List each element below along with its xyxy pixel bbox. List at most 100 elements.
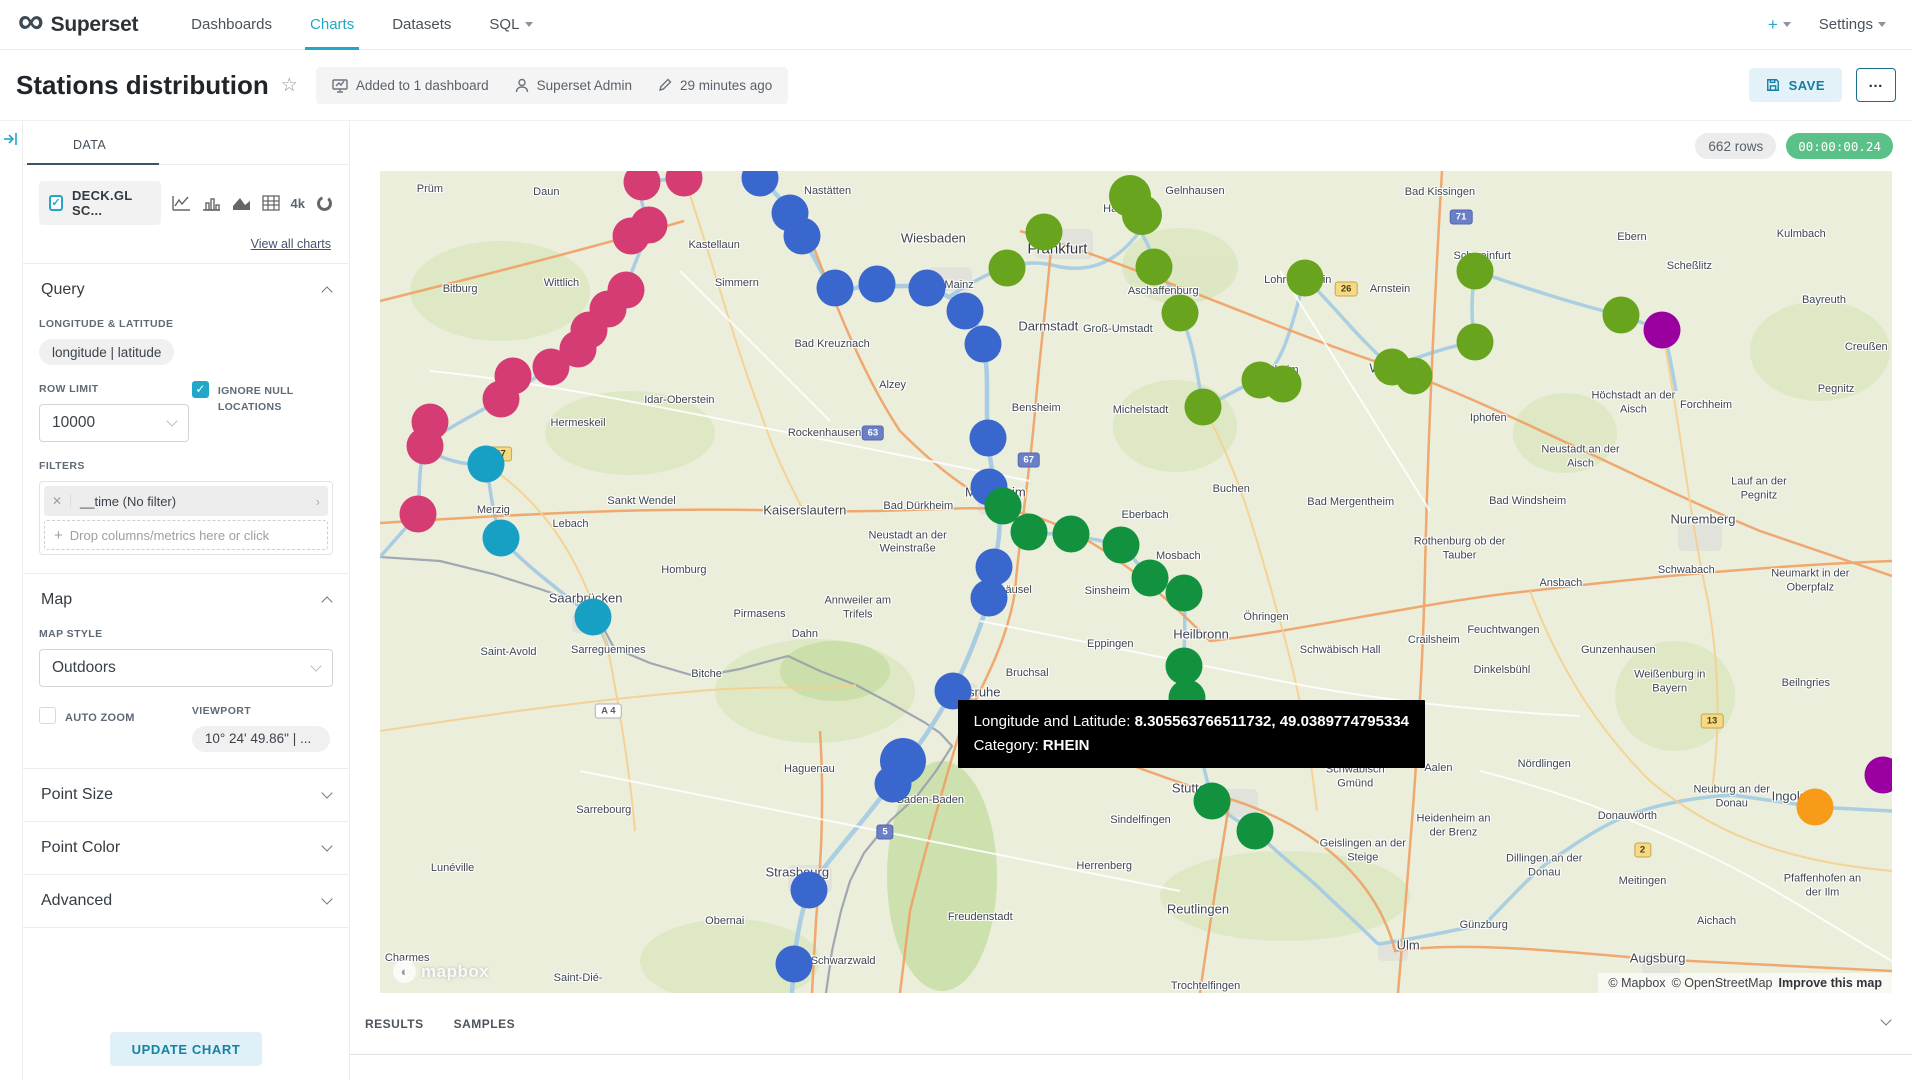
collapse-panel-icon[interactable] bbox=[3, 131, 19, 147]
section-point-color[interactable]: Point Color bbox=[39, 822, 333, 874]
lonlat-value-pill[interactable]: longitude | latitude bbox=[39, 339, 174, 365]
improve-map-link[interactable]: Improve this map bbox=[1779, 976, 1883, 990]
section-query[interactable]: Query bbox=[39, 264, 333, 316]
road-badge: 2 bbox=[1634, 842, 1651, 857]
map-city-label: Forchheim bbox=[1680, 399, 1732, 411]
results-tab-results[interactable]: RESULTS bbox=[365, 1017, 424, 1031]
area-chart-icon[interactable] bbox=[232, 195, 251, 211]
auto-zoom-checkbox[interactable]: AUTO ZOOM bbox=[39, 707, 192, 727]
collapse-results-chevron-icon[interactable] bbox=[1882, 1011, 1890, 1029]
map-point-pink[interactable] bbox=[612, 217, 649, 254]
map-point-olive[interactable] bbox=[1396, 357, 1433, 394]
map-point-olive[interactable] bbox=[1161, 295, 1198, 332]
nav-item-dashboards[interactable]: Dashboards bbox=[172, 0, 291, 50]
map-city-label: Ansbach bbox=[1539, 577, 1582, 589]
map-point-cyan[interactable] bbox=[575, 598, 612, 635]
tab-data[interactable]: DATA bbox=[73, 138, 106, 152]
map-point-orange[interactable] bbox=[1796, 789, 1833, 826]
map-point-green[interactable] bbox=[1237, 813, 1274, 850]
map-point-blue[interactable] bbox=[965, 325, 1002, 362]
donut-chart-icon[interactable] bbox=[316, 195, 333, 212]
mapbox-logo[interactable]: ◐ mapbox bbox=[393, 960, 489, 983]
meta-item[interactable]: 29 minutes ago bbox=[658, 78, 772, 93]
favorite-star-icon[interactable]: ☆ bbox=[281, 74, 298, 97]
row-limit-select[interactable]: 10000 bbox=[39, 404, 189, 442]
superset-logo[interactable]: ∞ Superset bbox=[18, 13, 138, 37]
map-point-pink[interactable] bbox=[407, 428, 444, 465]
settings-label: Settings bbox=[1819, 16, 1873, 33]
map-point-olive[interactable] bbox=[1122, 195, 1162, 235]
map-point-blue[interactable] bbox=[776, 946, 813, 983]
meta-item[interactable]: Added to 1 dashboard bbox=[332, 78, 489, 93]
map-point-blue[interactable] bbox=[859, 265, 896, 302]
section-map[interactable]: Map bbox=[39, 574, 333, 626]
map-canvas[interactable]: PrümDaunNastättenGelnhausenBad Kissingen… bbox=[380, 171, 1892, 993]
bar-chart-icon[interactable] bbox=[202, 195, 221, 211]
filter-drop-label: Drop columns/metrics here or click bbox=[70, 528, 269, 543]
map-point-olive[interactable] bbox=[1456, 253, 1493, 290]
map-point-olive[interactable] bbox=[1456, 323, 1493, 360]
map-point-olive[interactable] bbox=[1136, 249, 1173, 286]
view-all-charts-link[interactable]: View all charts bbox=[39, 237, 331, 251]
meta-item[interactable]: Superset Admin bbox=[515, 78, 632, 93]
map-point-blue[interactable] bbox=[791, 872, 828, 909]
map-city-label: Haguenau bbox=[784, 763, 835, 775]
map-point-blue[interactable] bbox=[969, 420, 1006, 457]
map-point-green[interactable] bbox=[1010, 513, 1047, 550]
map-point-blue[interactable] bbox=[947, 292, 984, 329]
map-point-pink[interactable] bbox=[399, 495, 436, 532]
viz-type-selected[interactable]: ✓ DECK.GL SC... bbox=[39, 181, 161, 225]
map-point-purple[interactable] bbox=[1644, 311, 1681, 348]
map-point-green[interactable] bbox=[1052, 516, 1089, 553]
map-point-green[interactable] bbox=[1193, 782, 1230, 819]
map-point-olive[interactable] bbox=[1603, 296, 1640, 333]
map-point-olive[interactable] bbox=[1025, 213, 1062, 250]
map-city-label: Donauwörth bbox=[1598, 810, 1657, 822]
update-chart-button[interactable]: UPDATE CHART bbox=[110, 1032, 263, 1066]
map-point-olive[interactable] bbox=[989, 249, 1026, 286]
map-point-blue[interactable] bbox=[971, 579, 1008, 616]
viz-4k-label[interactable]: 4k bbox=[291, 196, 305, 211]
settings-menu[interactable]: Settings bbox=[1819, 16, 1886, 33]
table-icon[interactable] bbox=[262, 195, 280, 211]
filter-drop-zone[interactable]: + Drop columns/metrics here or click bbox=[44, 520, 328, 550]
map-point-olive[interactable] bbox=[1264, 365, 1301, 402]
row-limit-label: ROW LIMIT bbox=[39, 383, 192, 395]
map-city-label: Simmern bbox=[715, 277, 759, 289]
nav-item-datasets[interactable]: Datasets bbox=[373, 0, 470, 50]
map-point-green[interactable] bbox=[1166, 574, 1203, 611]
map-style-select[interactable]: Outdoors bbox=[39, 649, 333, 687]
map-city-label: Neuburg an der Donau bbox=[1686, 784, 1778, 812]
nav-item-sql[interactable]: SQL bbox=[470, 0, 552, 50]
map-point-blue[interactable] bbox=[909, 269, 946, 306]
remove-filter-icon[interactable]: ✕ bbox=[44, 494, 71, 508]
map-city-label: Öhringen bbox=[1243, 611, 1288, 623]
map-point-green[interactable] bbox=[1131, 559, 1168, 596]
map-point-olive[interactable] bbox=[1184, 388, 1221, 425]
map-point-olive[interactable] bbox=[1287, 259, 1324, 296]
osm-attribution-link[interactable]: © OpenStreetMap bbox=[1672, 976, 1773, 990]
map-point-pink[interactable] bbox=[482, 380, 519, 417]
new-item-button[interactable]: + bbox=[1768, 15, 1791, 35]
more-options-button[interactable]: … bbox=[1856, 68, 1896, 102]
map-city-label: Bad Mergentheim bbox=[1305, 496, 1397, 510]
nav-item-charts[interactable]: Charts bbox=[291, 0, 373, 50]
line-chart-icon[interactable] bbox=[172, 195, 191, 211]
mapbox-attribution-link[interactable]: © Mapbox bbox=[1608, 976, 1665, 990]
map-point-green[interactable] bbox=[1102, 527, 1139, 564]
map-city-label: Wiesbaden bbox=[901, 231, 966, 246]
map-point-cyan[interactable] bbox=[482, 520, 519, 557]
section-point-size[interactable]: Point Size bbox=[39, 769, 333, 821]
map-point-blue[interactable] bbox=[874, 766, 911, 803]
map-city-label: Mainz bbox=[944, 279, 973, 291]
map-point-blue[interactable] bbox=[817, 269, 854, 306]
map-point-blue[interactable] bbox=[783, 217, 820, 254]
ignore-null-checkbox[interactable]: ✓ IGNORE NULL LOCATIONS bbox=[192, 381, 333, 416]
results-tab-samples[interactable]: SAMPLES bbox=[454, 1017, 516, 1031]
filter-item[interactable]: ✕ __time (No filter) › bbox=[44, 486, 328, 516]
section-advanced[interactable]: Advanced bbox=[39, 875, 333, 927]
viewport-value-pill[interactable]: 10° 24' 49.86" | ... bbox=[192, 726, 330, 752]
map-point-pink[interactable] bbox=[532, 349, 569, 386]
save-button[interactable]: SAVE bbox=[1749, 68, 1842, 102]
map-point-cyan[interactable] bbox=[467, 445, 504, 482]
